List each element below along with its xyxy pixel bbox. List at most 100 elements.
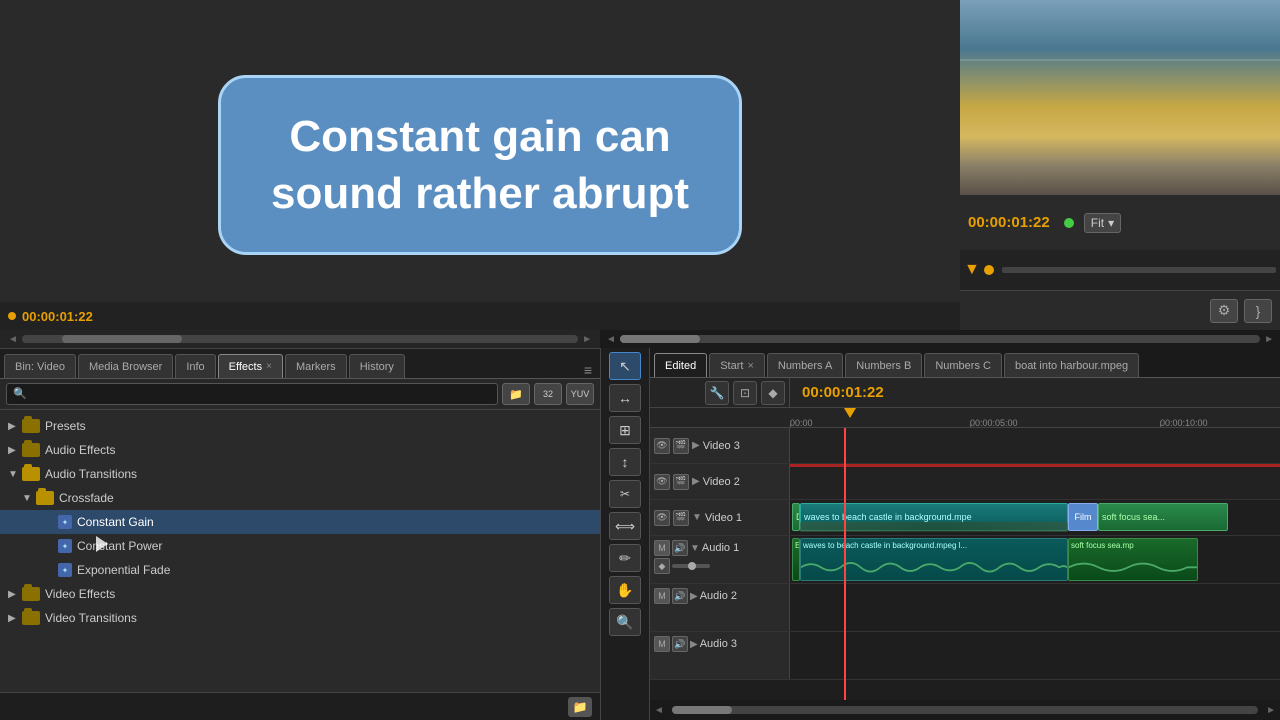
tab-media-browser[interactable]: Media Browser — [78, 354, 173, 378]
waveform-audio1-waves[interactable]: waves to beach castle in background.mpeg… — [800, 538, 1068, 581]
zoom-tool-button[interactable]: 🔍 — [609, 608, 641, 636]
track-speaker-icon-audio1[interactable]: 🔊 — [672, 540, 688, 556]
ruler-line-0 — [790, 421, 791, 427]
timecode-bar-left: 00:00:01:22 — [0, 302, 960, 330]
effect-icon-constant-gain: ✦ — [58, 515, 72, 529]
scroll-section-top: ◄ ► ◄ ► — [0, 330, 1280, 348]
track-content-audio3[interactable] — [790, 632, 1280, 679]
clip-video1-di[interactable]: Di — [792, 503, 800, 531]
clip-label-di: Di — [793, 512, 799, 522]
timeline-bottom-scrollbar[interactable] — [672, 706, 1258, 714]
status-dot-green — [1064, 218, 1074, 228]
track-eye-icon-video2[interactable]: 👁 — [654, 474, 670, 490]
label-presets: Presets — [45, 419, 86, 433]
track-expand-audio1[interactable]: ▼ — [690, 543, 700, 554]
tl-tab-boat[interactable]: boat into harbour.mpeg — [1004, 353, 1139, 377]
timeline-horizontal-scrollbar[interactable] — [620, 335, 1260, 343]
pen-tool-button[interactable]: ✏ — [609, 544, 641, 572]
track-name-audio2: Audio 2 — [700, 590, 785, 602]
tl-tab-start[interactable]: Start × — [709, 353, 765, 377]
tl-tab-start-close[interactable]: × — [747, 360, 753, 372]
arrow-audio-effects: ▶ — [8, 445, 22, 456]
selection-tool-button[interactable]: ↖ — [609, 352, 641, 380]
tab-effects[interactable]: Effects × — [218, 354, 283, 378]
timeline-marker-icon[interactable]: ◆ — [761, 381, 785, 405]
track-expand-audio3[interactable]: ▶ — [690, 639, 698, 650]
tl-tab-numbers-b[interactable]: Numbers B — [845, 353, 922, 377]
track-header-video1: 👁 🎬 ▼ Video 1 — [650, 500, 790, 535]
track-expand-video3[interactable]: ▶ — [692, 440, 700, 451]
track-select-tool-button[interactable]: ↔ — [609, 384, 641, 412]
track-camera-icon-video2[interactable]: 🎬 — [673, 474, 689, 490]
track-eye-icon-video3[interactable]: 👁 — [654, 438, 670, 454]
effects-32bit-button[interactable]: 32 — [534, 383, 562, 405]
track-mute-icon-audio3[interactable]: M — [654, 636, 670, 652]
rate-stretch-icon: ↕ — [622, 454, 629, 470]
tl-tab-edited[interactable]: Edited — [654, 353, 707, 377]
effects-search-input[interactable] — [6, 383, 498, 405]
new-bin-button[interactable]: 📁 — [502, 383, 530, 405]
settings-icon[interactable]: ⚙ — [1210, 299, 1238, 323]
hand-tool-button[interactable]: ✋ — [609, 576, 641, 604]
panel-menu-icon[interactable]: ≡ — [580, 362, 596, 378]
waveform-audio1-ex[interactable]: Ex — [792, 538, 800, 581]
clip-video1-soft[interactable]: soft focus sea... — [1098, 503, 1228, 531]
new-bin-button-bottom[interactable]: 📁 — [568, 697, 592, 717]
track-content-video2[interactable] — [790, 464, 1280, 499]
track-content-audio1[interactable]: Ex waves to beach castle in background.m… — [790, 536, 1280, 583]
slip-tool-button[interactable]: ⟺ — [609, 512, 641, 540]
track-keyframe-icon-audio1[interactable]: ◆ — [654, 558, 670, 574]
32bit-icon: 32 — [543, 389, 553, 399]
preview-right: 00:00:01:22 Fit ▾ ▼ ⚙ } — [960, 0, 1280, 330]
horizontal-scrollbar-left[interactable] — [22, 335, 578, 343]
track-camera-icon-video1[interactable]: 🎬 — [673, 510, 689, 526]
track-content-video1[interactable]: Di waves to beach castle in background.m… — [790, 500, 1280, 535]
folder-icon-audio-effects — [22, 443, 40, 457]
tree-item-audio-effects[interactable]: ▶ Audio Effects — [0, 438, 600, 462]
mini-timeline-bar[interactable] — [1002, 267, 1276, 273]
arrow-constant-gain: ▶ — [44, 517, 58, 528]
rate-stretch-tool-button[interactable]: ↕ — [609, 448, 641, 476]
tab-markers[interactable]: Markers — [285, 354, 347, 378]
track-content-audio2[interactable] — [790, 584, 1280, 631]
tab-bin-video[interactable]: Bin: Video — [4, 354, 76, 378]
tab-info[interactable]: Info — [175, 354, 215, 378]
tree-item-exponential-fade[interactable]: ▶ ✦ Exponential Fade — [0, 558, 600, 582]
new-bin-icon: 📁 — [509, 388, 523, 401]
track-expand-audio2[interactable]: ▶ — [690, 591, 698, 602]
track-speaker-icon-audio2[interactable]: 🔊 — [672, 588, 688, 604]
waveform-audio1-soft[interactable]: soft focus sea.mp — [1068, 538, 1198, 581]
tl-tab-numbers-a[interactable]: Numbers A — [767, 353, 843, 377]
track-expand-video1[interactable]: ▼ — [692, 512, 702, 523]
tree-item-video-effects[interactable]: ▶ Video Effects — [0, 582, 600, 606]
track-speaker-icon-audio3[interactable]: 🔊 — [672, 636, 688, 652]
track-eye-icon-video1[interactable]: 👁 — [654, 510, 670, 526]
tree-item-presets[interactable]: ▶ Presets — [0, 414, 600, 438]
tree-item-crossfade[interactable]: ▼ Crossfade — [0, 486, 600, 510]
timeline-bottom-bar: ◄ ► — [650, 700, 1280, 720]
tree-item-video-transitions[interactable]: ▶ Video Transitions — [0, 606, 600, 630]
track-expand-video2[interactable]: ▶ — [692, 476, 700, 487]
tl-tab-numbers-c[interactable]: Numbers C — [924, 353, 1002, 377]
timeline-snap-icon[interactable]: ⊡ — [733, 381, 757, 405]
arrow-video-transitions: ▶ — [8, 613, 22, 624]
effects-yuv-button[interactable]: YUV — [566, 383, 594, 405]
tab-effects-close[interactable]: × — [266, 361, 272, 372]
tree-item-audio-transitions[interactable]: ▼ Audio Transitions — [0, 462, 600, 486]
tree-item-constant-power[interactable]: ▶ ✦ Constant Power — [0, 534, 600, 558]
razor-tool-button[interactable]: ✂ — [609, 480, 641, 508]
ripple-edit-tool-button[interactable]: ⊞ — [609, 416, 641, 444]
track-volume-slider-audio1[interactable] — [672, 564, 710, 568]
timeline-wrench-icon[interactable]: 🔧 — [705, 381, 729, 405]
track-content-video3[interactable] — [790, 428, 1280, 463]
tl-tab-numbers-b-label: Numbers B — [856, 360, 911, 372]
tree-item-constant-gain[interactable]: ▶ ✦ Constant Gain — [0, 510, 600, 534]
export-icon[interactable]: } — [1244, 299, 1272, 323]
track-mute-icon-audio2[interactable]: M — [654, 588, 670, 604]
track-camera-icon-video3[interactable]: 🎬 — [673, 438, 689, 454]
timecode-dot — [8, 312, 16, 320]
tab-history[interactable]: History — [349, 354, 405, 378]
fit-dropdown[interactable]: Fit ▾ — [1084, 213, 1121, 233]
clip-video1-film[interactable]: Film — [1068, 503, 1098, 531]
track-mute-icon-audio1[interactable]: M — [654, 540, 670, 556]
